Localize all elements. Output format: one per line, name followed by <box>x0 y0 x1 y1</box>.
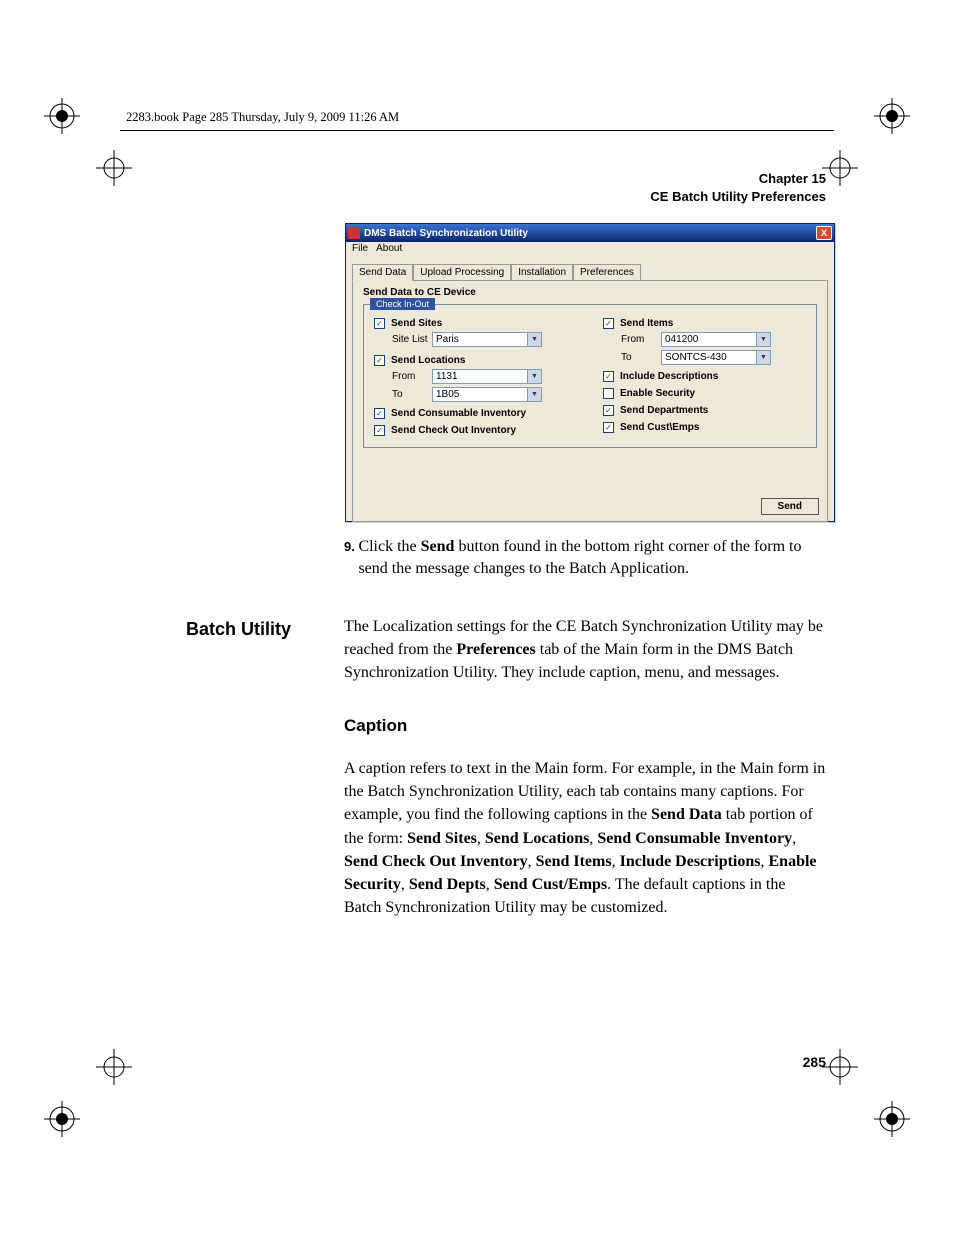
label-site-list: Site List <box>374 334 432 345</box>
page-number: 285 <box>803 1054 826 1070</box>
tab-upload-processing[interactable]: Upload Processing <box>413 264 511 281</box>
combo-loc-from[interactable]: 1131 ▼ <box>432 369 542 384</box>
checkbox-send-consumable[interactable] <box>374 408 385 419</box>
groupbox-check-in-out: Check In-Out Send Sites Site List Paris … <box>363 304 817 448</box>
label-include-desc: Include Descriptions <box>620 371 718 382</box>
step-number: 9. <box>344 536 358 581</box>
combo-item-to[interactable]: SONTCS-430 ▼ <box>661 350 771 365</box>
section-batch-utility: Batch Utility The Localization settings … <box>186 615 826 930</box>
chapter-number: Chapter 15 <box>650 170 826 188</box>
send-button[interactable]: Send <box>761 498 819 515</box>
group-legend: Check In-Out <box>370 298 435 310</box>
menu-file[interactable]: File <box>352 243 368 256</box>
label-send-cust: Send Cust\Emps <box>620 422 699 433</box>
left-column: Send Sites Site List Paris ▼ Send Locati… <box>374 315 577 439</box>
label-enable-security: Enable Security <box>620 388 695 399</box>
label-loc-to: To <box>374 389 432 400</box>
app-window: DMS Batch Synchronization Utility X File… <box>345 223 835 522</box>
registration-mark-icon <box>96 150 132 186</box>
checkbox-send-checkout[interactable] <box>374 425 385 436</box>
registration-mark-icon <box>96 1049 132 1085</box>
menubar: File About <box>346 242 834 257</box>
registration-mark-icon <box>874 98 910 134</box>
checkbox-send-sites[interactable] <box>374 318 385 329</box>
combo-item-from[interactable]: 041200 ▼ <box>661 332 771 347</box>
side-heading-batch-utility: Batch Utility <box>186 615 344 930</box>
label-send-checkout: Send Check Out Inventory <box>391 425 516 436</box>
titlebar: DMS Batch Synchronization Utility X <box>346 224 834 242</box>
chevron-down-icon: ▼ <box>756 333 770 346</box>
step-9: 9. Click the Send button found in the bo… <box>344 536 826 581</box>
menu-about[interactable]: About <box>376 243 402 256</box>
combo-site-list-value: Paris <box>436 334 459 345</box>
subheading-caption: Caption <box>344 714 826 739</box>
tab-send-data[interactable]: Send Data <box>352 264 413 281</box>
chapter-header: Chapter 15 CE Batch Utility Preferences <box>650 170 826 205</box>
chapter-title: CE Batch Utility Preferences <box>650 188 826 206</box>
close-icon[interactable]: X <box>816 226 832 240</box>
checkbox-enable-security[interactable] <box>603 388 614 399</box>
registration-mark-icon <box>822 1049 858 1085</box>
book-header: 2283.book Page 285 Thursday, July 9, 200… <box>126 110 399 125</box>
batch-utility-paragraph: The Localization settings for the CE Bat… <box>344 615 826 685</box>
window-title: DMS Batch Synchronization Utility <box>364 228 528 239</box>
registration-mark-icon <box>44 98 80 134</box>
section-content: The Localization settings for the CE Bat… <box>344 615 826 930</box>
combo-loc-to[interactable]: 1B05 ▼ <box>432 387 542 402</box>
tab-preferences[interactable]: Preferences <box>573 264 641 281</box>
right-column: Send Items From 041200 ▼ To SONTCS-430 <box>603 315 806 439</box>
checkbox-include-desc[interactable] <box>603 371 614 382</box>
body-area: 9. Click the Send button found in the bo… <box>186 536 826 929</box>
chevron-down-icon: ▼ <box>527 370 541 383</box>
combo-item-to-value: SONTCS-430 <box>665 352 727 363</box>
chevron-down-icon: ▼ <box>527 388 541 401</box>
registration-mark-icon <box>874 1101 910 1137</box>
label-item-to: To <box>603 352 661 363</box>
label-send-items: Send Items <box>620 318 673 329</box>
label-send-depts: Send Departments <box>620 405 708 416</box>
checkbox-send-locations[interactable] <box>374 355 385 366</box>
combo-loc-to-value: 1B05 <box>436 389 459 400</box>
chevron-down-icon: ▼ <box>527 333 541 346</box>
combo-item-from-value: 041200 <box>665 334 698 345</box>
panel-title: Send Data to CE Device <box>363 287 817 298</box>
header-rule <box>120 130 834 131</box>
checkbox-send-items[interactable] <box>603 318 614 329</box>
registration-mark-icon <box>822 150 858 186</box>
caption-paragraph: A caption refers to text in the Main for… <box>344 757 826 919</box>
step-text: Click the Send button found in the botto… <box>358 536 826 581</box>
checkbox-send-depts[interactable] <box>603 405 614 416</box>
registration-mark-icon <box>44 1101 80 1137</box>
tabstrip: Send Data Upload Processing Installation… <box>352 263 828 280</box>
app-icon <box>348 227 360 239</box>
tab-panel: Send Data to CE Device Check In-Out Send… <box>352 280 828 522</box>
label-loc-from: From <box>374 371 432 382</box>
tab-installation[interactable]: Installation <box>511 264 573 281</box>
label-send-sites: Send Sites <box>391 318 442 329</box>
label-send-consumable: Send Consumable Inventory <box>391 408 526 419</box>
combo-site-list[interactable]: Paris ▼ <box>432 332 542 347</box>
label-send-locations: Send Locations <box>391 355 465 366</box>
checkbox-send-cust[interactable] <box>603 422 614 433</box>
combo-loc-from-value: 1131 <box>436 371 458 382</box>
label-item-from: From <box>603 334 661 345</box>
chevron-down-icon: ▼ <box>756 351 770 364</box>
